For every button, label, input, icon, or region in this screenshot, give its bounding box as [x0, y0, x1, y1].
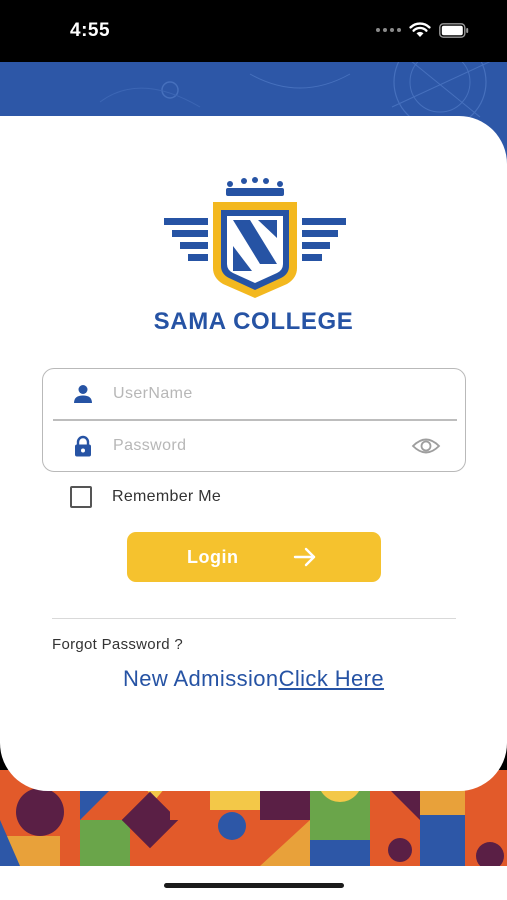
wifi-icon: [409, 22, 431, 37]
cellular-signal-icon: [376, 28, 401, 32]
status-icons: [376, 22, 469, 38]
remember-me-checkbox[interactable]: [70, 486, 92, 508]
login-label: Login: [187, 547, 239, 567]
eye-icon[interactable]: [411, 434, 441, 458]
battery-icon: [439, 22, 469, 38]
divider: [52, 618, 456, 619]
new-admission-label: New Admission: [122, 666, 279, 691]
new-admission-row: New AdmissionClick Here: [0, 666, 507, 692]
click-here-link[interactable]: Click Here: [279, 666, 384, 691]
username-row: [43, 369, 465, 419]
forgot-password-link[interactable]: Forgot Password ?: [52, 636, 183, 653]
user-icon: [74, 385, 92, 403]
login-fields: [42, 368, 466, 472]
home-indicator-area: [0, 866, 507, 900]
lock-icon: [75, 435, 91, 457]
college-logo: [164, 177, 346, 298]
remember-me[interactable]: Remember Me: [70, 486, 221, 508]
username-input[interactable]: [113, 379, 393, 409]
status-time: 4:55: [70, 20, 111, 41]
login-button[interactable]: Login: [127, 532, 381, 582]
home-indicator[interactable]: [164, 883, 344, 888]
arrow-right-icon: [293, 547, 316, 567]
password-input[interactable]: [113, 431, 393, 461]
status-bar: 4:55: [0, 0, 507, 62]
password-row: [43, 421, 465, 471]
remember-me-label: Remember Me: [112, 488, 222, 505]
college-name: SAMA COLLEGE: [153, 308, 354, 335]
